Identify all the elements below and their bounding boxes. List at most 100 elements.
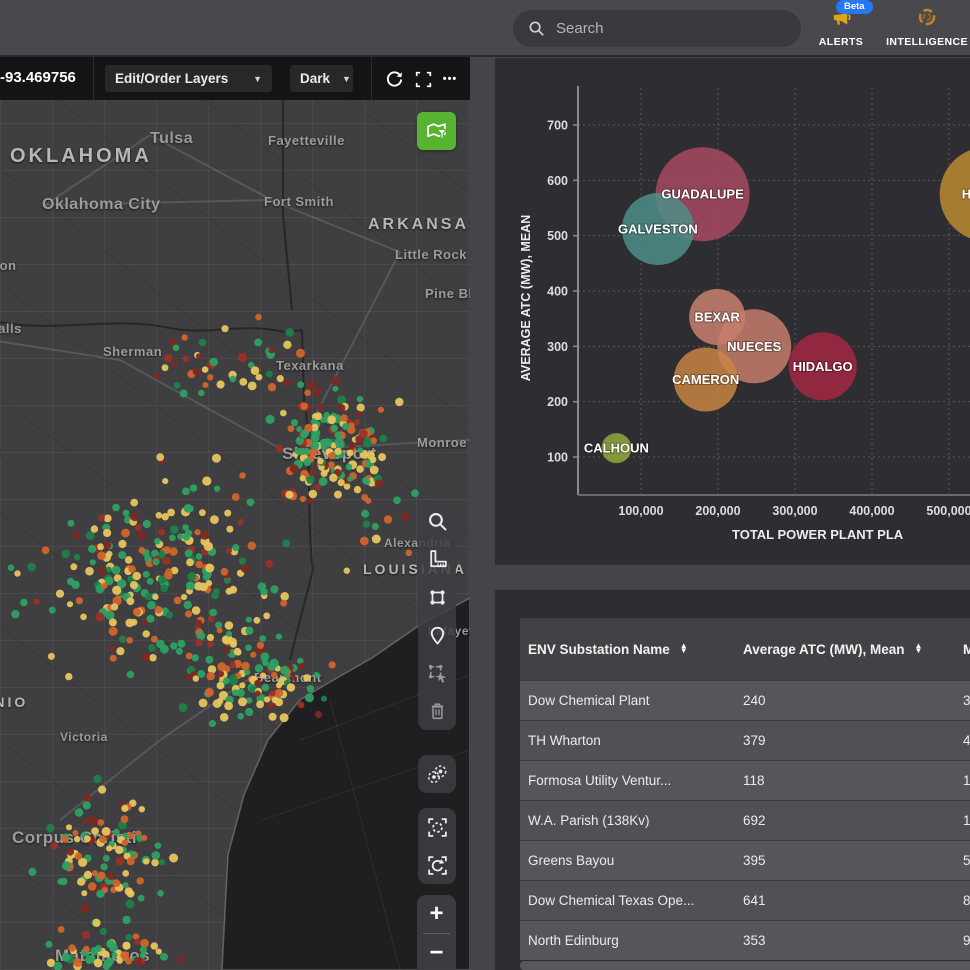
svg-text:GALVESTON: GALVESTON (618, 222, 698, 237)
map-view-toolbar (418, 808, 456, 884)
map-recenter-button[interactable] (418, 808, 456, 846)
svg-text:400: 400 (547, 285, 568, 299)
map-edit-shape-button[interactable] (418, 654, 456, 692)
magnifier-icon (426, 510, 449, 533)
table-row[interactable]: Formosa Utility Ventur... 118 15 (520, 760, 970, 800)
cell-average-atc: 641 (735, 893, 955, 908)
svg-text:300,000: 300,000 (772, 504, 817, 518)
svg-text:HARRIS: HARRIS (962, 187, 970, 202)
beta-badge: Beta (836, 0, 873, 14)
svg-text:200: 200 (547, 395, 568, 409)
svg-text:CALHOUN: CALHOUN (584, 441, 649, 456)
svg-text:500,000: 500,000 (926, 504, 970, 518)
top-header: Search Beta ALERTS INTELLIGENCE (0, 0, 970, 57)
svg-text:NUECES: NUECES (727, 339, 782, 354)
column-header-substation-name[interactable]: ENV Substation Name ▲▼ (520, 642, 735, 657)
svg-text:BEXAR: BEXAR (694, 310, 740, 325)
horizontal-scrollbar[interactable] (520, 961, 970, 970)
cell-substation-name: Dow Chemical Plant (520, 693, 735, 708)
map-draw-polygon-button[interactable] (418, 578, 456, 616)
cell-m: 50 (955, 853, 970, 868)
map-layers-filter-button[interactable] (417, 112, 456, 150)
sort-icon[interactable]: ▲▼ (915, 644, 923, 654)
map-lasso-toolbar (418, 755, 456, 793)
cell-m: 48 (955, 733, 970, 748)
svg-text:700: 700 (547, 119, 568, 133)
cell-average-atc: 692 (735, 813, 955, 828)
bubble-chart-panel: 100 200 300 400 500 600 700 100,000 200,000 300,0… (495, 58, 970, 565)
substation-dots (0, 100, 470, 970)
cell-average-atc: 353 (735, 933, 955, 948)
select-shape-icon (426, 662, 449, 685)
svg-text:GUADALUPE: GUADALUPE (661, 187, 744, 202)
cell-average-atc: 118 (735, 773, 955, 788)
map-delete-shape-button[interactable] (418, 692, 456, 730)
cell-substation-name: Dow Chemical Texas Ope... (520, 893, 735, 908)
map-canvas[interactable]: OKLAHOMATulsaFayettevilleOklahoma CityFo… (0, 100, 470, 970)
map-measure-button[interactable] (418, 540, 456, 578)
app-window: OKLAHOMATulsaFayettevilleOklahoma CityFo… (0, 0, 970, 970)
cell-m: 15 (955, 773, 970, 788)
table-header-row: ENV Substation Name ▲▼ Average ATC (MW),… (520, 618, 970, 680)
trash-icon (426, 700, 449, 723)
basemap-style-button[interactable]: Dark ▼ (290, 65, 353, 92)
search-input[interactable]: Search (513, 10, 801, 47)
map-reset-rotation-button[interactable] (418, 846, 456, 884)
zoom-in-button[interactable]: + (417, 895, 456, 933)
svg-text:CAMERON: CAMERON (672, 372, 739, 387)
svg-text:300: 300 (547, 340, 568, 354)
fullscreen-icon (415, 71, 432, 88)
column-header-average-atc[interactable]: Average ATC (MW), Mean ▲▼ (735, 642, 955, 657)
table-row[interactable]: Dow Chemical Texas Ope... 641 88 (520, 880, 970, 920)
svg-text:TOTAL POWER PLANT PLA: TOTAL POWER PLANT PLA (732, 527, 904, 542)
svg-text:600: 600 (547, 174, 568, 188)
map-filter-icon (425, 120, 448, 143)
map-draw-toolbar (418, 502, 456, 730)
intelligence-icon (916, 6, 938, 28)
cell-average-atc: 379 (735, 733, 955, 748)
map-search-zoom-button[interactable] (418, 502, 456, 540)
svg-text:100: 100 (547, 451, 568, 465)
substation-table: ENV Substation Name ▲▼ Average ATC (MW),… (520, 618, 970, 960)
table-row[interactable]: Greens Bayou 395 50 (520, 840, 970, 880)
table-row[interactable]: Dow Chemical Plant 240 30 (520, 680, 970, 720)
search-placeholder: Search (556, 20, 604, 37)
lasso-cluster-icon (425, 762, 449, 786)
edit-order-layers-button[interactable]: Edit/Order Layers ▼ (105, 65, 272, 92)
zoom-out-button[interactable]: − (417, 934, 456, 970)
search-icon (528, 20, 545, 37)
sort-icon[interactable]: ▲▼ (680, 644, 688, 654)
svg-text:100,000: 100,000 (618, 504, 663, 518)
cell-substation-name: North Edinburg (520, 933, 735, 948)
cell-substation-name: W.A. Parish (138Kv) (520, 813, 735, 828)
rotate-icon (426, 854, 449, 877)
table-row[interactable]: TH Wharton 379 48 (520, 720, 970, 760)
svg-text:500: 500 (547, 229, 568, 243)
cell-m: 30 (955, 693, 970, 708)
cell-m: 88 (955, 893, 970, 908)
cell-average-atc: 395 (735, 853, 955, 868)
polygon-icon (426, 586, 449, 609)
table-row[interactable]: W.A. Parish (138Kv) 692 1, (520, 800, 970, 840)
atc-bubble-chart[interactable]: 100 200 300 400 500 600 700 100,000 200,000 300,0… (495, 58, 970, 565)
table-row[interactable]: North Edinburg 353 93 (520, 920, 970, 960)
svg-text:200,000: 200,000 (695, 504, 740, 518)
pin-icon (426, 624, 449, 647)
map-zoom-toolbar: + − (417, 895, 456, 970)
focus-icon (426, 816, 449, 839)
svg-text:AVERAGE ATC (MW), MEAN: AVERAGE ATC (MW), MEAN (519, 215, 533, 381)
cell-average-atc: 240 (735, 693, 955, 708)
table-body: Dow Chemical Plant 240 30TH Wharton 379 … (520, 680, 970, 960)
svg-text:HIDALGO: HIDALGO (793, 359, 853, 374)
map-lasso-select-button[interactable] (418, 755, 456, 793)
cell-m: 1, (955, 813, 970, 828)
map-drop-pin-button[interactable] (418, 616, 456, 654)
column-header-m[interactable]: M (955, 642, 970, 657)
refresh-icon (385, 70, 404, 89)
cell-substation-name: TH Wharton (520, 733, 735, 748)
more-options-button[interactable]: ••• (438, 67, 462, 91)
refresh-button[interactable] (382, 67, 406, 91)
intelligence-nav-item[interactable]: INTELLIGENCE (884, 6, 970, 48)
fullscreen-button[interactable] (411, 67, 435, 91)
cursor-coordinate: :-93.469756 (0, 69, 76, 86)
